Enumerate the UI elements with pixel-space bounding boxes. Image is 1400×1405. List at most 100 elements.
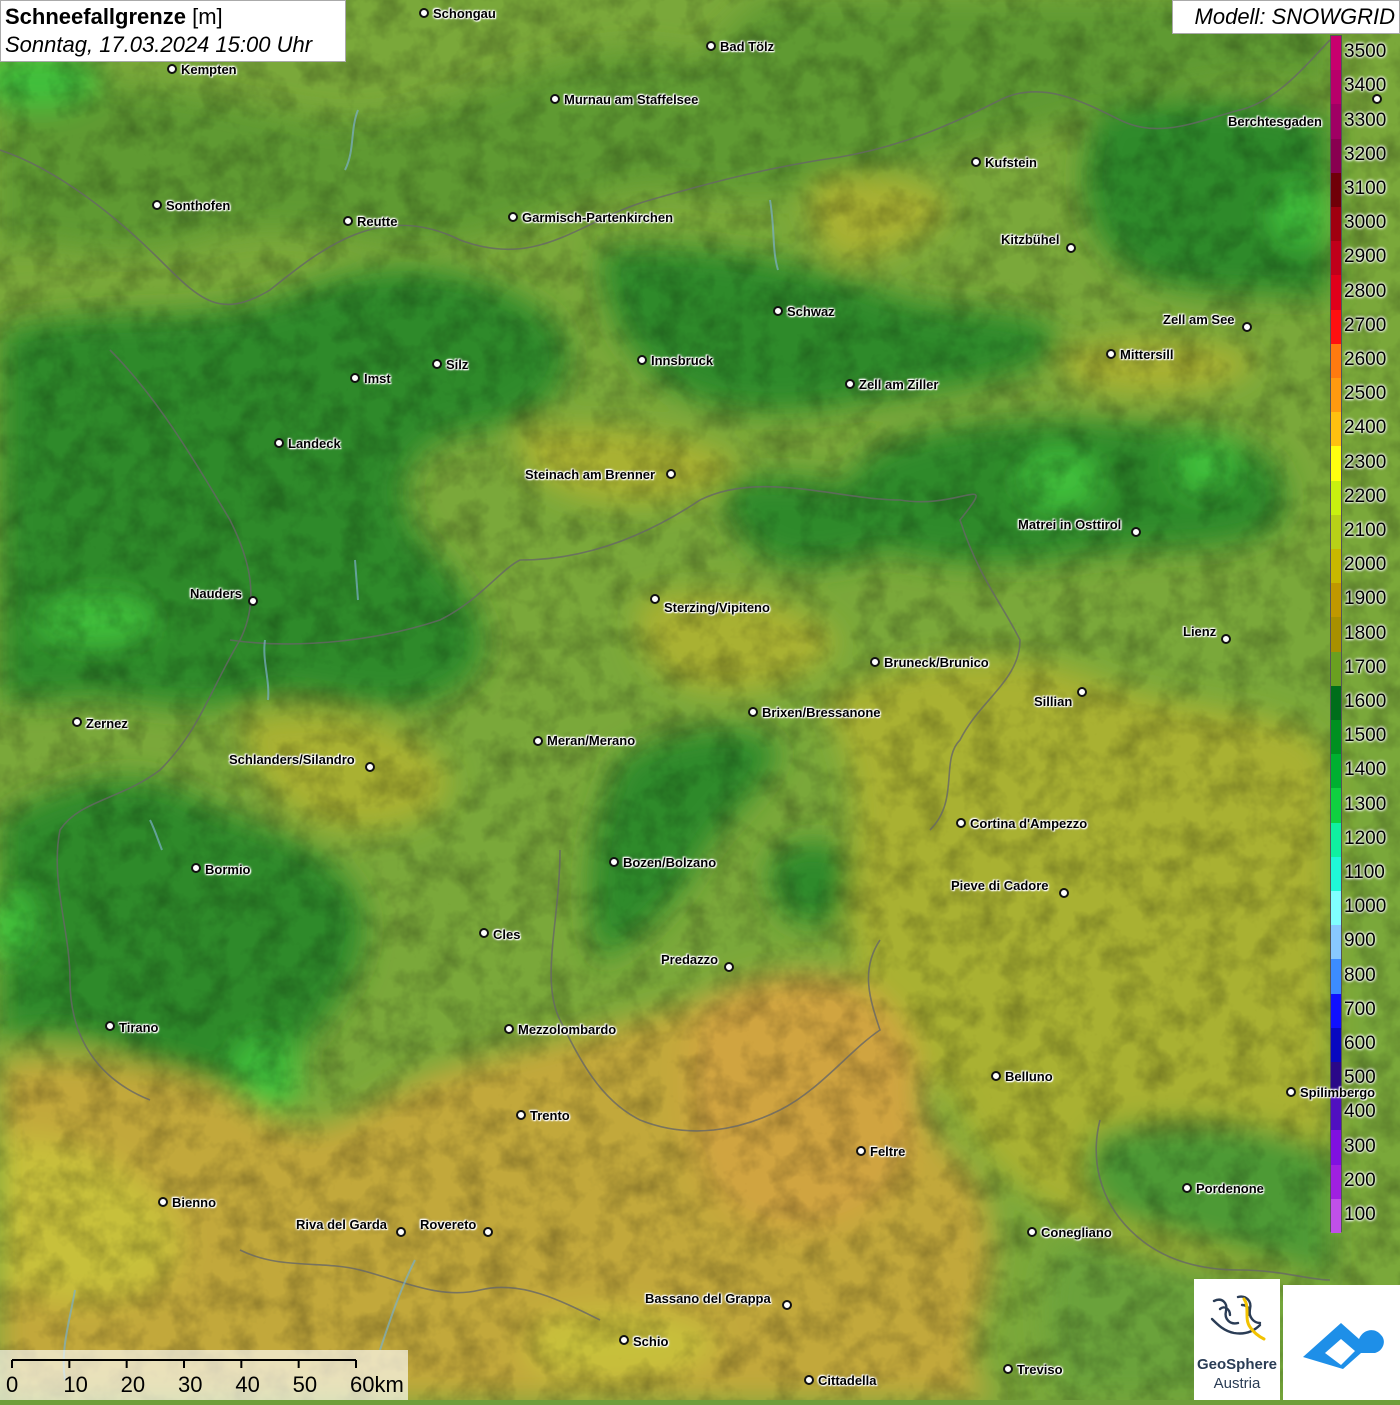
city-label: Pieve di Cadore (951, 878, 1049, 893)
city-dot (991, 1071, 1001, 1081)
city-label: Spilimbergo (1300, 1085, 1376, 1100)
city-dot (479, 928, 489, 938)
legend-swatch (1331, 1164, 1341, 1200)
legend-swatch (1331, 959, 1341, 995)
city-dot (870, 657, 880, 667)
city-label: Predazzo (661, 952, 719, 967)
legend-swatch (1331, 480, 1341, 516)
city-dot (1182, 1183, 1192, 1193)
legend-label: 3200 (1344, 143, 1387, 165)
legend-swatch (1331, 720, 1341, 755)
legend-label: 300 (1344, 1135, 1376, 1157)
city-dot (533, 736, 543, 746)
legend-label: 2900 (1344, 246, 1387, 268)
legend-swatch (1331, 891, 1341, 926)
city-label: Imst (364, 371, 391, 386)
legend-label: 2700 (1344, 314, 1387, 336)
legend-label: 2800 (1344, 280, 1387, 302)
legend-swatch (1331, 514, 1341, 550)
city-label: Mezzolombardo (518, 1022, 617, 1037)
legend-label: 3000 (1344, 212, 1387, 234)
city-dot (1077, 687, 1087, 697)
city-dot (274, 438, 284, 448)
city-label: Reutte (357, 214, 398, 229)
legend-label: 3400 (1344, 75, 1387, 97)
city-dot (956, 818, 966, 828)
legend-swatch (1331, 275, 1341, 311)
legend-swatch (1331, 36, 1341, 71)
legend-swatch (1331, 172, 1341, 208)
scale-bar: 0 10 20 30 40 50 60km (0, 1350, 408, 1400)
city-dot (152, 200, 162, 210)
city-dot (1027, 1227, 1037, 1237)
geosphere-country: Austria (1213, 1375, 1261, 1392)
legend-label: 1400 (1344, 759, 1387, 781)
city-dot (1131, 527, 1141, 537)
legend-label: 100 (1344, 1203, 1376, 1225)
city-label: Riva del Garda (296, 1217, 388, 1232)
city-dot (350, 373, 360, 383)
city-dot (1221, 634, 1231, 644)
city-label: Bassano del Grappa (645, 1291, 771, 1306)
city-label: Tirano (119, 1020, 159, 1035)
city-label: Conegliano (1041, 1225, 1112, 1240)
model-label: Modell: SNOWGRID (1172, 0, 1400, 34)
geosphere-austria-logo[interactable]: GeoSphere Austria (1194, 1279, 1280, 1400)
city-label: Berchtesgaden (1228, 114, 1322, 129)
legend-swatch (1331, 138, 1341, 174)
app-logo[interactable] (1283, 1285, 1400, 1400)
legend-label: 1000 (1344, 896, 1387, 918)
city-label: Lienz (1183, 624, 1217, 639)
legend-label: 3500 (1344, 41, 1387, 63)
city-dot (1003, 1364, 1013, 1374)
city-dot (72, 717, 82, 727)
city-label: Kufstein (985, 155, 1037, 170)
legend-swatch (1331, 583, 1341, 618)
legend-swatch (1331, 309, 1341, 345)
city-dot (167, 64, 177, 74)
mountain-cloud-icon (1303, 1323, 1384, 1369)
city-label: Treviso (1017, 1362, 1063, 1377)
scale-label: 20 (120, 1372, 146, 1397)
city-dot (248, 596, 258, 606)
city-dot (516, 1110, 526, 1120)
legend-label: 1100 (1344, 861, 1385, 883)
legend-label: 1200 (1344, 827, 1387, 849)
legend-label: 1900 (1344, 588, 1387, 610)
city-dot (1242, 322, 1252, 332)
city-label: Innsbruck (651, 353, 714, 368)
city-dot (1059, 888, 1069, 898)
city-label: Schwaz (787, 304, 835, 319)
legend-swatch (1331, 207, 1341, 242)
city-dot (1066, 243, 1076, 253)
city-label: Kitzbühel (1001, 232, 1060, 247)
legend-label: 2000 (1344, 554, 1387, 576)
city-dot (724, 962, 734, 972)
city-dot (483, 1227, 493, 1237)
city-label: Zell am See (1163, 312, 1235, 327)
city-dot (396, 1227, 406, 1237)
legend-label: 200 (1344, 1169, 1376, 1191)
city-label: Matrei in Osttirol (1018, 517, 1122, 532)
legend-label: 700 (1344, 998, 1376, 1020)
city-label: Kempten (181, 62, 237, 77)
legend-swatch (1331, 446, 1341, 482)
legend-swatch (1331, 754, 1341, 789)
city-dot (845, 379, 855, 389)
legend-swatch (1331, 104, 1341, 140)
city-label: Cles (493, 927, 521, 942)
city-label: Cittadella (818, 1373, 877, 1388)
scale-label: 60km (350, 1372, 404, 1397)
city-label: Schongau (433, 6, 496, 21)
city-dot (782, 1300, 792, 1310)
legend-label: 600 (1344, 1032, 1376, 1054)
city-label: Bad Tölz (720, 39, 775, 54)
city-dot (419, 8, 429, 18)
city-dot (365, 762, 375, 772)
city-label: Brixen/Bressanone (762, 705, 881, 720)
legend-swatch (1331, 1198, 1341, 1234)
legend-swatch (1331, 925, 1341, 960)
scale-label: 30 (178, 1372, 203, 1397)
legend-swatch (1331, 241, 1341, 276)
city-label: Bienno (172, 1195, 217, 1210)
